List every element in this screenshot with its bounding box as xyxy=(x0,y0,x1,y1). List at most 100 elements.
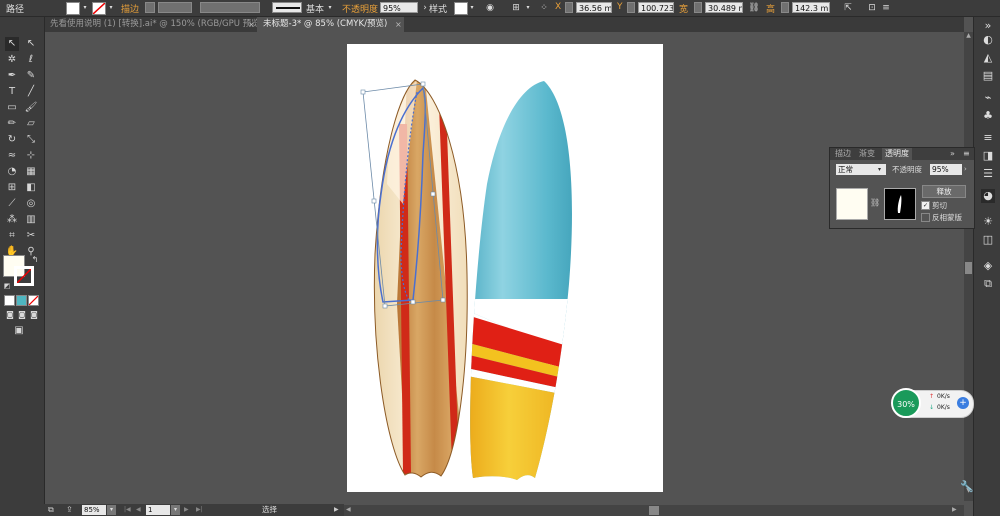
scroll-left-icon[interactable]: ◀ xyxy=(346,506,354,515)
object-thumbnail[interactable] xyxy=(836,188,868,220)
transparency-panel-icon[interactable]: ◕ xyxy=(981,189,995,203)
color-mode-icon[interactable] xyxy=(4,295,15,306)
zoom-field[interactable]: 85% xyxy=(82,505,106,515)
scroll-right-icon[interactable]: ▶ xyxy=(952,506,960,515)
fill-swatch[interactable] xyxy=(66,2,80,15)
tab-document-2[interactable]: 未标题-3* @ 85% (CMYK/预览) xyxy=(257,17,404,32)
stroke-dropdown-icon[interactable]: ▾ xyxy=(105,2,117,14)
stroke-weight-stepper[interactable] xyxy=(145,2,155,13)
scale-tool-icon[interactable]: ⤡ xyxy=(24,133,38,147)
curvature-tool-icon[interactable]: ✎ xyxy=(24,69,38,83)
default-colors-icon[interactable]: ◩ xyxy=(0,279,14,293)
warp-tool-icon[interactable]: ≈ xyxy=(5,149,19,163)
swatches-panel-icon[interactable]: ◭ xyxy=(981,51,995,65)
layers-panel-icon[interactable]: ◈ xyxy=(981,259,995,273)
style-dropdown-icon[interactable]: ▾ xyxy=(466,2,478,14)
opacity-label[interactable]: 不透明度 xyxy=(342,2,378,15)
vertical-scroll-thumb[interactable] xyxy=(965,262,972,274)
blend-tool-icon[interactable]: ◎ xyxy=(24,197,38,211)
free-transform-tool-icon[interactable]: ⊹ xyxy=(24,149,38,163)
reference-point-icon[interactable]: ⁘ xyxy=(538,2,550,14)
blue-surfboard[interactable] xyxy=(457,74,587,492)
magic-wand-tool-icon[interactable]: ✲ xyxy=(5,53,19,67)
network-speed-widget[interactable]: 30% ↑ 0K/s ↓ 0K/s + xyxy=(891,388,974,418)
vertical-scrollbar[interactable]: ▲ ▼ xyxy=(964,32,973,501)
libraries-panel-icon[interactable]: ▤ xyxy=(981,69,995,83)
tab-document-1[interactable]: 先看使用说明 (1) [转换].ai* @ 150% (RGB/GPU 预览) xyxy=(44,17,263,32)
fill-dropdown-icon[interactable]: ▾ xyxy=(79,2,91,14)
opacity-field[interactable]: 95% xyxy=(380,2,418,13)
gradient-mode-icon[interactable] xyxy=(16,295,27,306)
align-grid-icon[interactable]: ⊞ xyxy=(510,2,522,14)
rectangle-tool-icon[interactable]: ▭ xyxy=(5,101,19,115)
width-field[interactable]: 30.489 mm xyxy=(705,2,743,13)
last-artboard-icon[interactable]: ▶| xyxy=(196,505,204,515)
recolor-icon[interactable]: ◉ xyxy=(484,2,496,14)
brush-dropdown-icon[interactable]: ▾ xyxy=(324,2,336,14)
perspective-grid-tool-icon[interactable]: ▦ xyxy=(24,165,38,179)
stroke-color-box[interactable] xyxy=(14,266,34,286)
share-icon[interactable]: ⇪ xyxy=(66,505,76,515)
graph-tool-icon[interactable]: ▥ xyxy=(24,213,38,227)
tab-transparency[interactable]: 透明度 xyxy=(882,148,912,160)
eraser-tool-icon[interactable]: ▱ xyxy=(24,117,38,131)
pencil-tool-icon[interactable]: ✏ xyxy=(5,117,19,131)
horizontal-scroll-thumb[interactable] xyxy=(649,506,659,515)
height-stepper[interactable] xyxy=(781,2,789,13)
artboard-dropdown-icon[interactable]: ▾ xyxy=(171,505,180,515)
symbols-panel-icon[interactable]: ♣ xyxy=(981,109,995,123)
stroke-panel-icon[interactable]: ≡ xyxy=(981,131,995,145)
link-mask-icon[interactable]: ⛓ xyxy=(870,198,880,208)
mask-thumbnail[interactable] xyxy=(884,188,916,220)
clip-checkbox[interactable]: ✓ xyxy=(921,201,930,210)
y-field[interactable]: 100.723 xyxy=(638,2,674,13)
tab-stroke[interactable]: 描边 xyxy=(832,148,854,160)
stroke-swatch[interactable] xyxy=(92,2,106,15)
surfboard-artwork[interactable] xyxy=(347,44,663,492)
x-field[interactable]: 36.56 mm xyxy=(576,2,612,13)
rotate-tool-icon[interactable]: ↻ xyxy=(5,133,19,147)
draw-inside-icon[interactable]: ◙ xyxy=(27,308,41,322)
color-guide-icon[interactable]: ◐ xyxy=(981,33,995,47)
variable-width-dropdown[interactable] xyxy=(200,2,260,13)
tab-gradient[interactable]: 渐变 xyxy=(856,148,878,160)
transform-icon[interactable]: ⇱ xyxy=(842,2,854,14)
artboards-panel-icon[interactable]: ⧉ xyxy=(981,277,995,291)
selection-tool-icon[interactable]: ↖ xyxy=(5,37,19,51)
graphic-styles-panel-icon[interactable]: ◫ xyxy=(981,233,995,247)
slice-tool-icon[interactable]: ✂ xyxy=(24,229,38,243)
panel-opacity-field[interactable]: 95% xyxy=(930,164,962,175)
pen-tool-icon[interactable]: ✒ xyxy=(5,69,19,83)
next-artboard-icon[interactable]: ▶ xyxy=(184,505,192,515)
line-tool-icon[interactable]: ╱ xyxy=(24,85,38,99)
appearance-panel-icon[interactable]: ☀ xyxy=(981,215,995,229)
shape-builder-tool-icon[interactable]: ◔ xyxy=(5,165,19,179)
close-tab-icon[interactable]: × xyxy=(248,17,255,32)
align-panel-icon[interactable]: ☰ xyxy=(981,167,995,181)
screen-mode-icon[interactable]: ▣ xyxy=(12,324,26,338)
gradient-panel-icon[interactable]: ◨ xyxy=(981,149,995,163)
none-mode-icon[interactable] xyxy=(28,295,39,306)
lasso-tool-icon[interactable]: ℓ xyxy=(24,53,38,67)
first-artboard-icon[interactable]: |◀ xyxy=(124,505,132,515)
zoom-dropdown-icon[interactable]: ▾ xyxy=(107,505,116,515)
status-menu-icon[interactable]: ▶ xyxy=(334,505,342,515)
artboard-tool-icon[interactable]: ⌗ xyxy=(5,229,19,243)
y-stepper[interactable] xyxy=(627,2,635,13)
menu-icon[interactable]: ≡ xyxy=(880,2,892,14)
horizontal-scrollbar[interactable]: ◀ ▶ xyxy=(344,505,964,516)
close-tab-icon[interactable]: × xyxy=(395,17,402,32)
eyedropper-tool-icon[interactable]: ⟋ xyxy=(5,197,19,211)
wood-surfboard[interactable] xyxy=(367,74,477,492)
boost-icon[interactable]: + xyxy=(957,397,969,409)
width-stepper[interactable] xyxy=(694,2,702,13)
wrench-icon[interactable]: 🔧 xyxy=(960,480,974,494)
invert-mask-checkbox[interactable] xyxy=(921,213,930,222)
direct-selection-tool-icon[interactable]: ↖ xyxy=(24,37,38,51)
artboard-field[interactable]: 1 xyxy=(146,505,170,515)
constrain-proportions-icon[interactable]: ⛓ xyxy=(748,2,760,14)
prev-artboard-icon[interactable]: ◀ xyxy=(136,505,144,515)
artboard[interactable] xyxy=(347,44,663,492)
brushes-panel-icon[interactable]: ⌁ xyxy=(981,91,995,105)
artboard-nav-icon[interactable]: ⧉ xyxy=(48,505,58,515)
